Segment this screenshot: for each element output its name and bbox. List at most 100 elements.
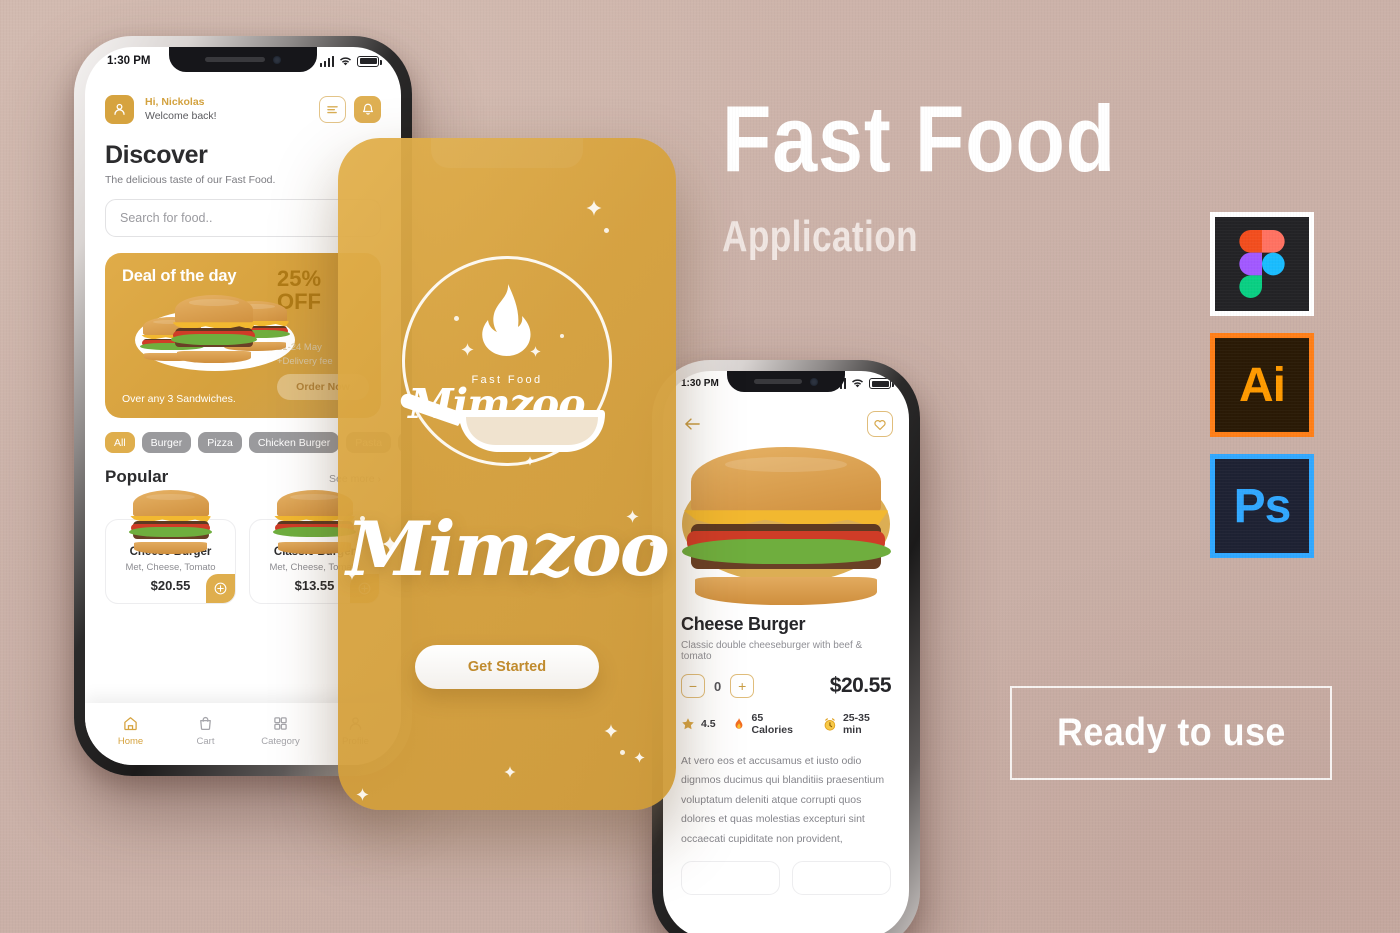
quantity-value: 0	[714, 678, 722, 694]
calories-value: 65 Calories	[751, 712, 793, 736]
product-desc: Met, Cheese, Tomato	[125, 562, 216, 573]
chip-burger[interactable]: Burger	[141, 432, 192, 453]
delivery-time-stat: 25-35 min	[823, 712, 891, 736]
detail-top-bar	[663, 405, 909, 437]
flame-icon	[735, 717, 743, 729]
photoshop-label: Ps	[1233, 479, 1292, 533]
flame-icon	[482, 284, 531, 356]
illustrator-icon: Ai	[1210, 333, 1314, 437]
star-icon	[682, 718, 694, 730]
product-description: Classic double cheeseburger with beef & …	[681, 640, 863, 662]
back-button[interactable]	[679, 411, 705, 437]
sparkle-icon	[504, 766, 516, 778]
secondary-action-button[interactable]	[681, 861, 780, 896]
alarm-clock-icon	[824, 717, 836, 731]
speaker-grille	[754, 379, 802, 384]
arrow-left-icon	[684, 418, 700, 430]
poster-subtitle: Application	[722, 212, 919, 261]
illustrator-label: Ai	[1239, 358, 1286, 412]
splash-screen: Fast Food Mimzoo Mimzoo Get Started	[338, 138, 676, 810]
wifi-icon	[852, 379, 863, 388]
price-row: − 0 + $20.55	[663, 662, 909, 698]
primary-action-button[interactable]	[792, 861, 891, 896]
home-icon	[124, 717, 137, 731]
poster-canvas: 1:30 PM Hi, Nickolas Welcome back! Disco…	[0, 0, 1400, 933]
burger-illustration	[128, 490, 213, 554]
poster-title: Fast Food	[722, 86, 1116, 191]
front-camera	[809, 377, 818, 386]
cart-icon	[200, 716, 211, 731]
plus-circle-icon	[214, 582, 227, 595]
greeting-block: Hi, Nickolas Welcome back!	[145, 96, 217, 122]
product-price: $20.55	[829, 674, 892, 697]
chip-chicken-burger[interactable]: Chicken Burger	[248, 432, 340, 453]
quantity-stepper: − 0 +	[681, 674, 755, 698]
burger-illustration	[681, 447, 891, 605]
product-image	[119, 490, 223, 556]
pan-icon	[400, 393, 605, 452]
tab-category[interactable]: Category	[243, 715, 318, 747]
product-detail-screen: 1:30 PM Cheese Burger Classic double che…	[663, 371, 909, 933]
sparkle-icon	[586, 200, 602, 216]
product-long-description: At vero eos et accusamus et iusto odio d…	[681, 755, 885, 845]
product-name: Cheese Burger	[681, 614, 806, 634]
avatar[interactable]	[105, 95, 134, 124]
wifi-icon	[340, 56, 351, 65]
bell-icon	[362, 103, 373, 115]
rating-value: 4.5	[701, 718, 716, 730]
product-stats: 4.5 65 Calories 25-35 min	[663, 698, 909, 736]
brand-logo: Fast Food Mimzoo	[400, 256, 612, 466]
section-title: Popular	[105, 467, 169, 486]
notch	[169, 47, 317, 72]
chip-pizza[interactable]: Pizza	[198, 432, 242, 453]
battery-icon	[869, 378, 894, 389]
decrement-button[interactable]: −	[681, 674, 705, 698]
tab-home[interactable]: Home	[93, 715, 168, 747]
search-placeholder: Search for food..	[120, 211, 213, 225]
ready-to-use-badge: Ready to use	[1010, 686, 1332, 780]
sparkle-icon	[356, 788, 369, 801]
header-actions	[319, 96, 381, 123]
category-icon	[274, 717, 287, 730]
user-icon	[114, 103, 125, 115]
calories-stat: 65 Calories	[732, 712, 807, 736]
menu-button[interactable]	[319, 96, 346, 123]
product-card[interactable]: Cheese Burger Met, Cheese, Tomato $20.55	[105, 490, 236, 604]
phone-mockup-detail: 1:30 PM Cheese Burger Classic double che…	[652, 360, 920, 933]
detail-action-buttons	[663, 849, 909, 896]
figma-icon	[1210, 212, 1314, 316]
battery-icon	[357, 55, 382, 67]
decorative-dot	[650, 542, 654, 546]
status-time: 1:30 PM	[107, 55, 151, 67]
increment-button[interactable]: +	[730, 674, 755, 698]
tab-label: Category	[261, 736, 300, 747]
tab-cart[interactable]: Cart	[168, 715, 243, 747]
heart-icon	[874, 419, 886, 430]
user-header: Hi, Nickolas Welcome back!	[85, 87, 401, 124]
delivery-time-value: 25-35 min	[842, 712, 870, 736]
decorative-dot	[360, 516, 365, 521]
decorative-dot	[620, 750, 625, 755]
burger-illustration	[171, 295, 257, 363]
detail-content: Cheese Burger Classic double cheeseburge…	[663, 371, 909, 933]
greeting-name: Hi, Nickolas	[145, 96, 205, 109]
sparkle-icon	[604, 724, 618, 738]
menu-icon	[327, 106, 338, 114]
photoshop-icon: Ps	[1210, 454, 1314, 558]
deal-footer: Over any 3 Sandwiches.	[122, 393, 236, 405]
notifications-button[interactable]	[354, 96, 381, 123]
brand-wordmark: Mimzoo	[346, 505, 670, 593]
sparkle-icon	[634, 752, 645, 763]
phone-mockup-splash: Fast Food Mimzoo Mimzoo Get Started	[338, 138, 676, 810]
ready-to-use-label: Ready to use	[1056, 711, 1286, 754]
status-icons	[319, 55, 382, 67]
favorite-button[interactable]	[867, 411, 893, 437]
figma-glyph-icon	[1239, 230, 1285, 298]
front-camera	[272, 55, 281, 64]
chip-all[interactable]: All	[105, 432, 135, 453]
tab-label: Home	[117, 736, 144, 747]
decorative-dot	[604, 228, 609, 233]
add-to-cart-button[interactable]	[206, 574, 235, 603]
notch	[727, 371, 845, 392]
get-started-button[interactable]: Get Started	[415, 645, 599, 689]
